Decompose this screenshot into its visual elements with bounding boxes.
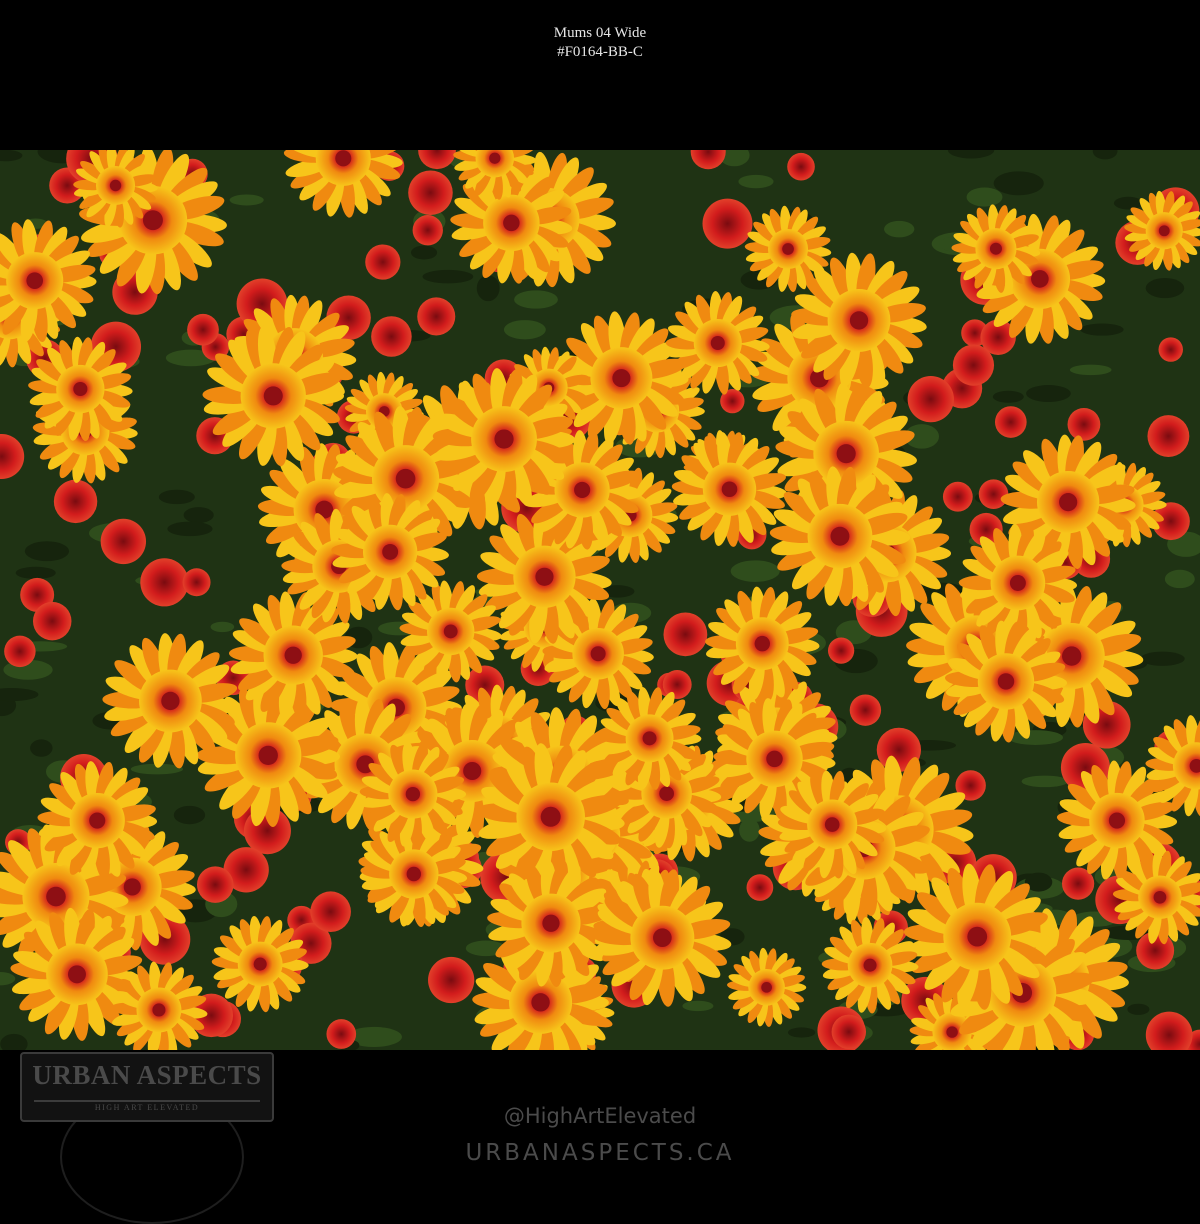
social-handle: @HighArtElevated <box>0 1104 1200 1128</box>
watermark-logo-rule <box>34 1100 260 1102</box>
photo-title: Mums 04 Wide <box>0 24 1200 43</box>
photo-code: #F0164-BB-C <box>0 43 1200 62</box>
watermark-logo-text: URBAN ASPECTS <box>22 1060 272 1091</box>
flower-photo <box>0 150 1200 1050</box>
website-url: URBANASPECTS.CA <box>0 1140 1200 1166</box>
photo-caption: Mums 04 Wide #F0164-BB-C <box>0 24 1200 62</box>
mums-flowers-image <box>0 150 1200 1050</box>
